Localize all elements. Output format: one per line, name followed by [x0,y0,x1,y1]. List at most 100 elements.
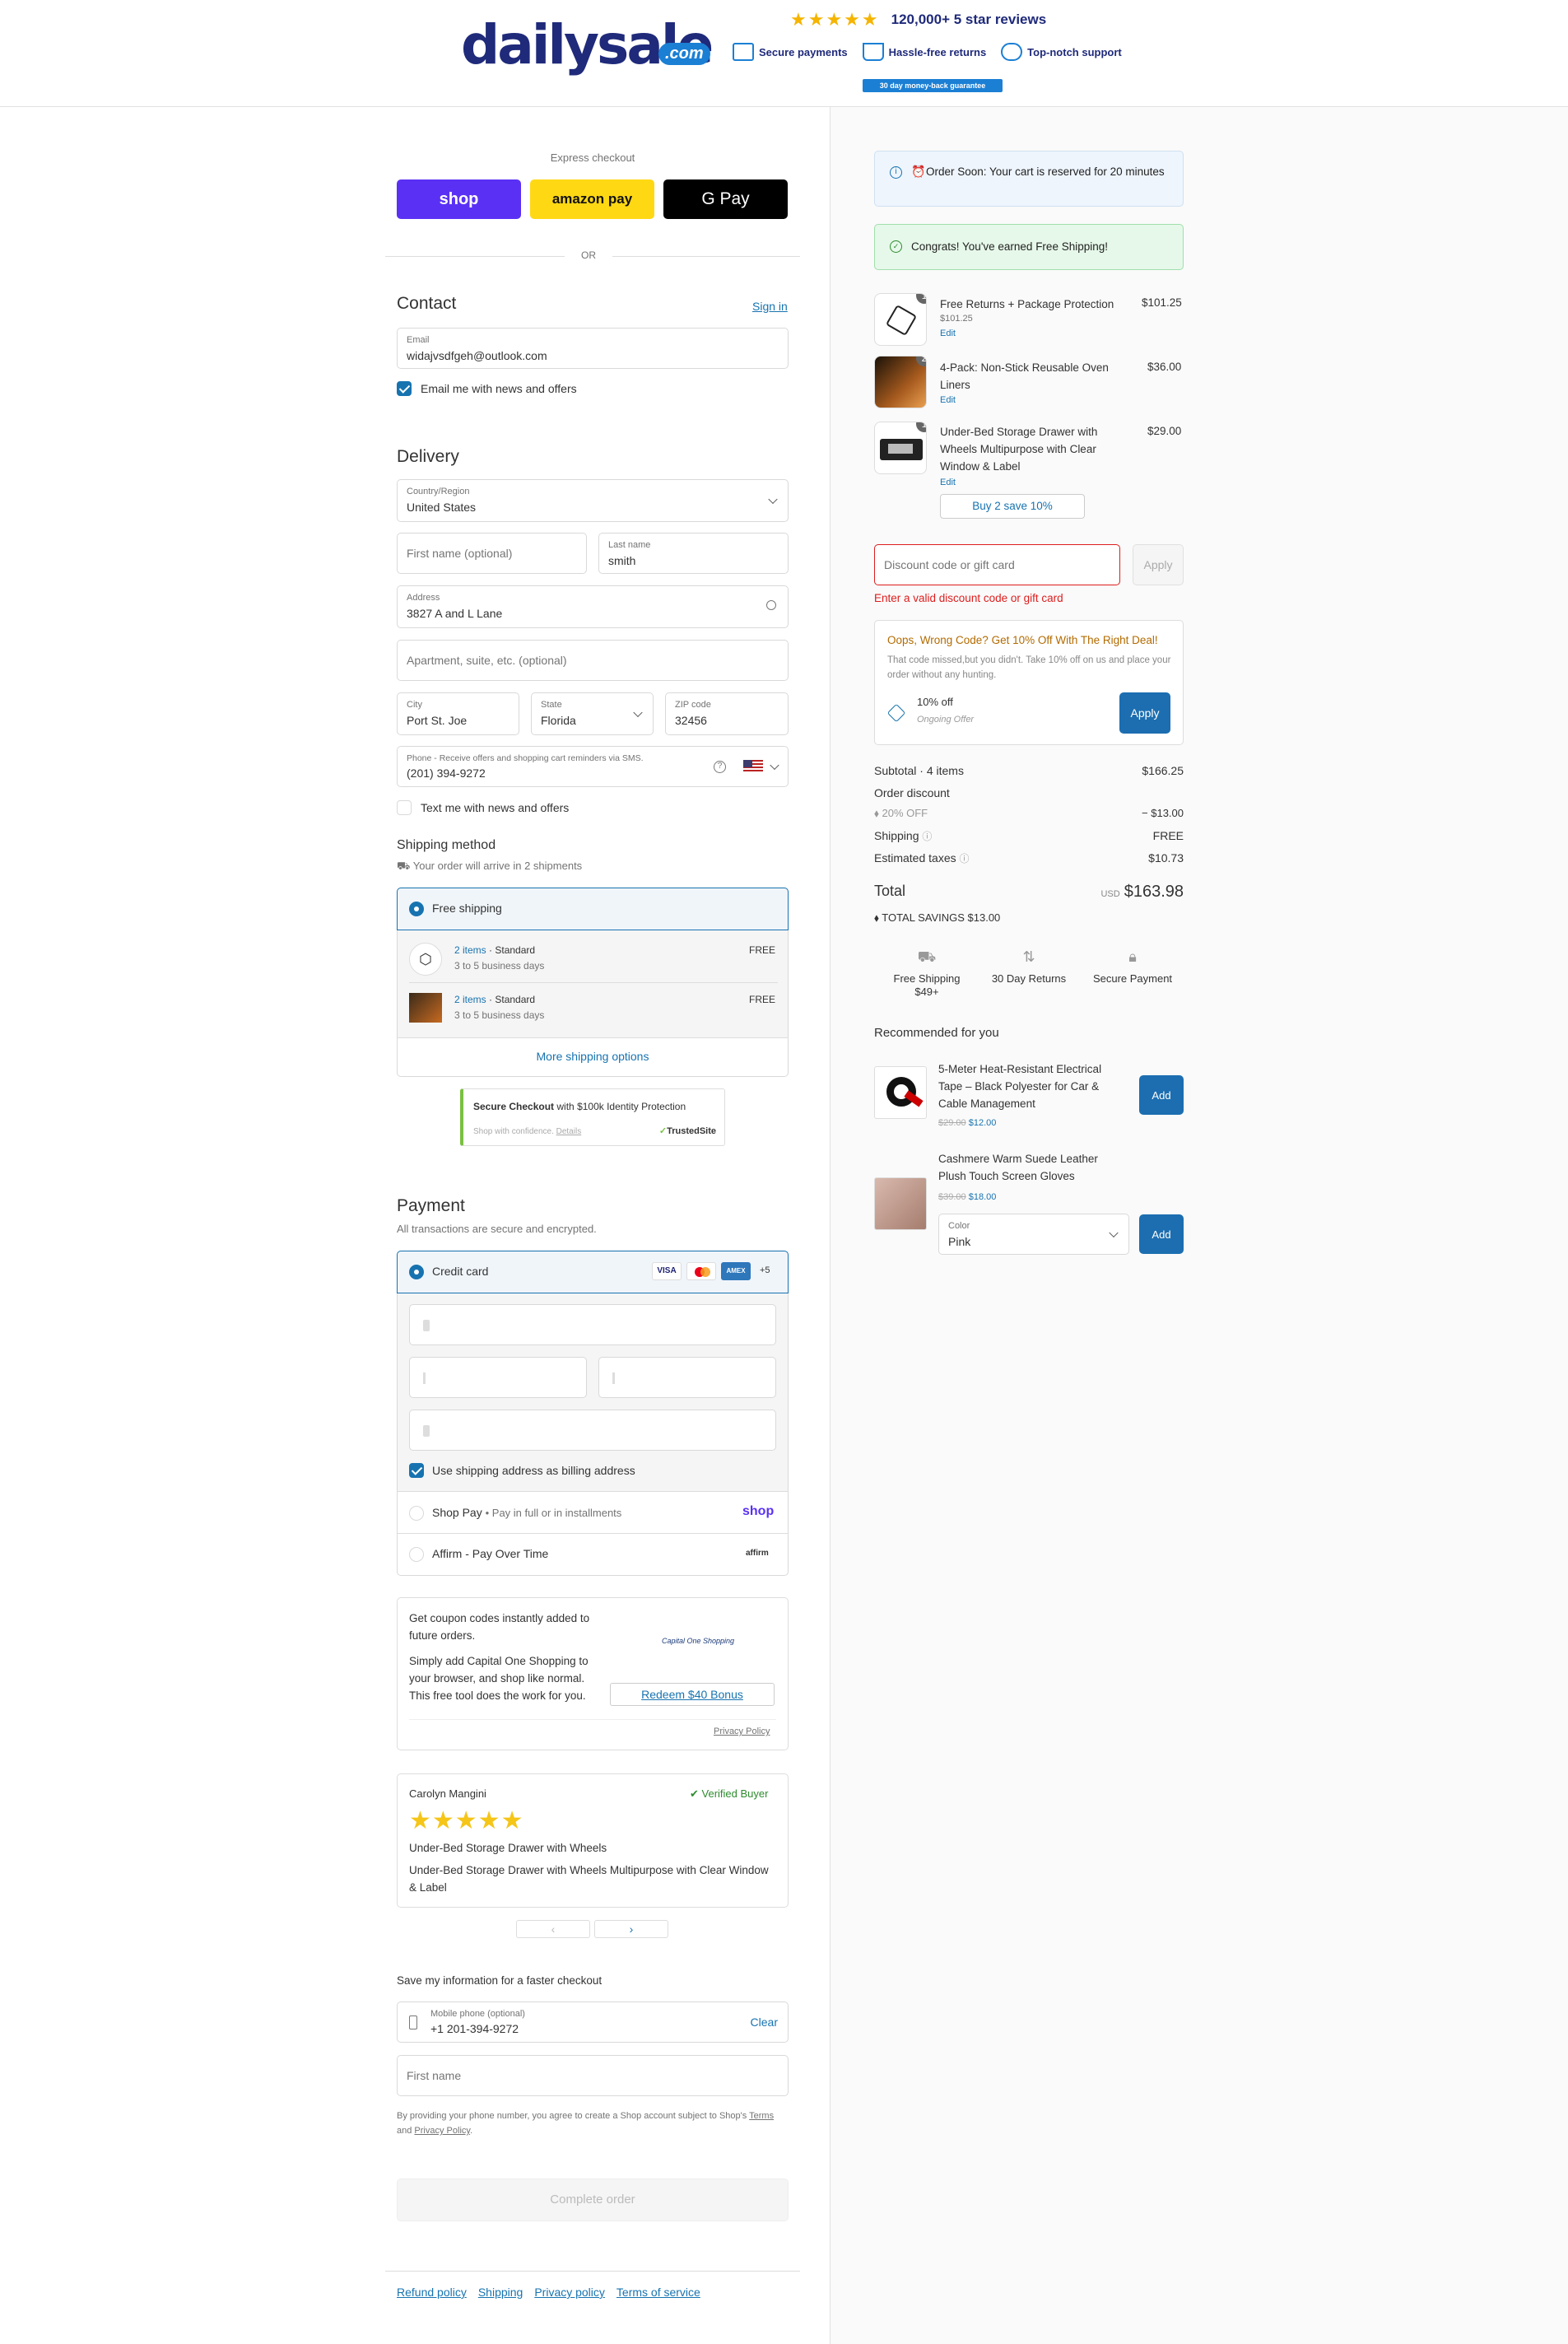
terms-link[interactable]: Terms [749,2111,774,2121]
price-tag-icon [886,703,906,723]
review-next-button[interactable]: › [594,1920,668,1938]
item-edit-link[interactable]: Edit [940,478,956,487]
rec-add-button[interactable]: Add [1139,1075,1184,1115]
country-select[interactable]: Country/Region United States [397,479,789,522]
order-discount-row: Order discount [874,786,950,799]
offer-apply-button[interactable]: Apply [1119,692,1170,734]
clear-button[interactable]: Clear [751,2015,778,2029]
reviews-count: 120,000+ 5 star reviews [891,12,1047,27]
terms-of-service-link[interactable]: Terms of service [616,2286,700,2299]
more-shipping-options-link[interactable]: More shipping options [397,1050,789,1063]
trustedsite-logo: ✓TrustedSite [658,1126,716,1136]
save-first-name-field[interactable]: First name [397,2055,789,2096]
item-edit-link[interactable]: Edit [940,395,956,405]
card-number-field[interactable] [409,1304,776,1345]
lock-icon: 🔒︎ [1128,948,1137,965]
last-name-field[interactable]: Last name smith [598,533,789,574]
item-thumbnail: 1 [874,293,927,346]
cart-icon [862,43,884,61]
shipping-link[interactable]: Shipping [478,2286,523,2299]
shop-pay-button[interactable]: shop [397,179,521,219]
shop-legal-text: By providing your phone number, you agre… [397,2111,775,2136]
item-sub-price: $101.25 [940,314,973,324]
taxes-row: Estimated taxes ⓘ $10.73 [874,851,1184,864]
package-icon: ⬡ [409,943,442,976]
help-icon[interactable]: ⓘ [922,831,932,842]
shop-pay-radio[interactable] [409,1506,424,1521]
security-code-field[interactable] [598,1357,776,1398]
privacy-policy-link[interactable]: Privacy Policy [714,1727,770,1736]
sign-in-link[interactable]: Sign in [752,300,788,313]
or-label: OR [581,249,596,261]
divider [397,1037,789,1038]
state-select[interactable]: State Florida [531,692,654,735]
email-field[interactable]: Email widajvsdfgeh@outlook.com [397,328,789,369]
city-field[interactable]: City Port St. Joe [397,692,519,735]
shipment-1-info: 2 items · Standard [454,944,536,956]
affirm-label: Affirm - Pay Over Time [432,1547,549,1560]
save-info-heading: Save my information for a faster checkou… [397,1974,603,1987]
chevron-down-icon [768,494,778,505]
phone-field[interactable]: Phone - Receive offers and shopping cart… [397,746,789,787]
rec-add-button[interactable]: Add [1139,1214,1184,1254]
billing-same-checkbox[interactable] [409,1463,424,1478]
privacy-link[interactable]: Privacy Policy [414,2126,470,2136]
badge-secure-payments: Secure payments [733,43,848,61]
truck-icon: ⛟ [917,948,937,965]
shipment-2-days: 3 to 5 business days [454,1009,545,1021]
delivery-heading: Delivery [397,447,459,466]
chevron-right-icon: › [629,1922,634,1936]
help-icon[interactable]: ? [714,761,726,773]
apartment-field[interactable]: Apartment, suite, etc. (optional) [397,640,789,681]
visa-icon: VISA [652,1262,682,1280]
free-shipping-label: Free shipping [432,902,502,915]
name-on-card-field[interactable] [409,1410,776,1451]
chevron-left-icon: ‹ [551,1922,556,1936]
returns-icon: ⇅ [1022,948,1035,965]
capone-logo: Capital One Shopping [662,1637,735,1645]
chevron-down-icon [1109,1228,1119,1238]
discount-apply-button[interactable]: Apply [1133,544,1184,585]
rec-color-select[interactable]: Color Pink [938,1214,1129,1255]
rec-name: Cashmere Warm Suede Leather Plush Touch … [938,1153,1098,1182]
divider [612,256,800,257]
shipment-1-days: 3 to 5 business days [454,960,545,972]
help-icon[interactable]: ⓘ [960,853,970,864]
redeem-bonus-button[interactable]: Redeem $40 Bonus [610,1683,775,1706]
billing-same-label: Use shipping address as billing address [432,1464,635,1477]
privacy-policy-footer-link[interactable]: Privacy policy [534,2286,605,2299]
reviewer-name: Carolyn Mangini [409,1787,486,1800]
google-pay-button[interactable]: G Pay [663,179,788,219]
discount-code-field[interactable]: Discount code or gift card [874,544,1120,585]
shipment-2-info: 2 items · Standard [454,994,536,1005]
discount-error: Enter a valid discount code or gift card [874,592,1063,604]
credit-card-radio[interactable] [409,1265,424,1279]
free-shipping-radio[interactable] [409,902,424,916]
email-news-checkbox[interactable] [397,381,412,396]
free-shipping-banner: ✓ Congrats! You've earned Free Shipping! [874,224,1184,270]
item-name: Under-Bed Storage Drawer with Wheels Mul… [940,426,1098,473]
text-news-checkbox[interactable] [397,800,412,815]
complete-order-button[interactable]: Complete order [397,2179,789,2221]
affirm-radio[interactable] [409,1547,424,1562]
total-savings: ⬧ TOTAL SAVINGS $13.00 [874,911,1001,924]
verified-buyer-badge: ✔ Verified Buyer [690,1787,769,1800]
search-icon [766,600,776,610]
first-name-field[interactable]: First name (optional) [397,533,587,574]
mobile-phone-field[interactable]: Mobile phone (optional) +1 201-394-9272 C… [397,2001,789,2043]
zip-field[interactable]: ZIP code 32456 [665,692,789,735]
amazon-pay-button[interactable]: amazon pay [530,179,654,219]
buy-2-save-button[interactable]: Buy 2 save 10% [940,494,1085,519]
refund-policy-link[interactable]: Refund policy [397,2286,467,2299]
rec-price: $39.00 $18.00 [938,1192,997,1202]
item-edit-link[interactable]: Edit [940,329,956,338]
expiry-field[interactable] [409,1357,587,1398]
review-prev-button[interactable]: ‹ [516,1920,590,1938]
divider [397,1491,789,1492]
item-thumbnail: 2 [874,356,927,408]
us-flag-icon[interactable] [743,760,763,773]
shipment-2-price: FREE [749,994,776,1005]
address-field[interactable]: Address 3827 A and L Lane [397,585,789,628]
trustedsite-badge[interactable]: Secure Checkout with $100k Identity Prot… [460,1088,725,1146]
shipment-1-price: FREE [749,944,776,956]
